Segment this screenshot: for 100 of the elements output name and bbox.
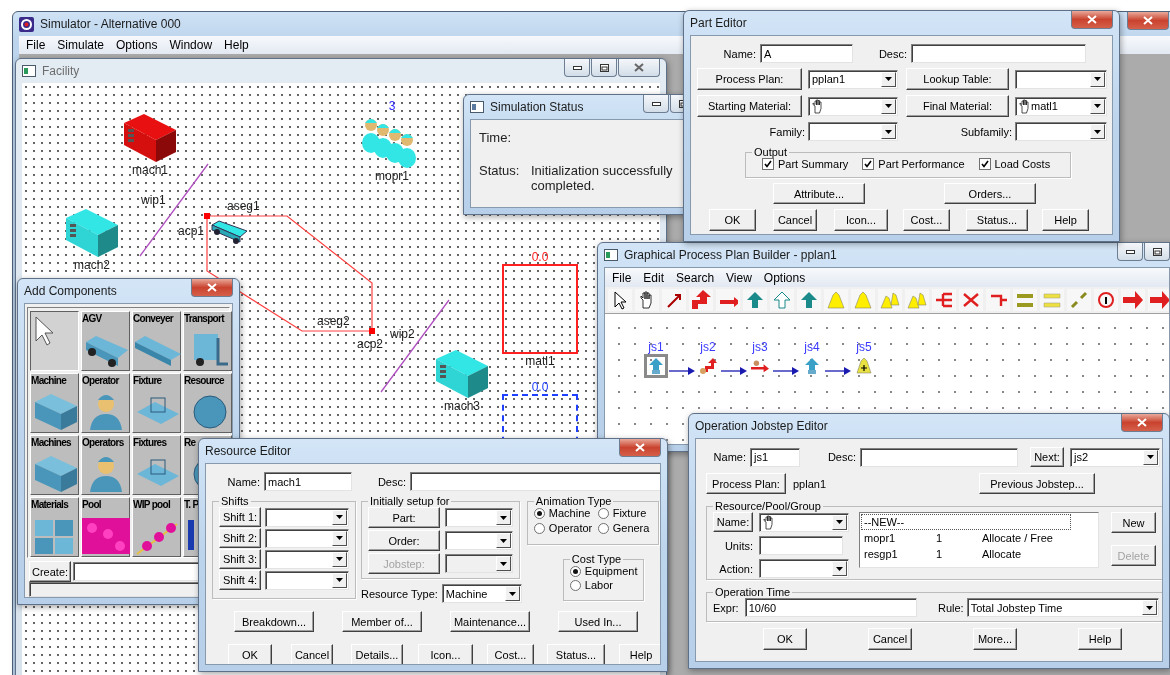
dialog-button[interactable]: Status...: [547, 644, 605, 664]
checkbox-label: Part Summary: [778, 158, 849, 170]
dialog-button[interactable]: Cancel: [773, 209, 817, 231]
material-label: matl1: [525, 354, 555, 368]
window-title: Add Components: [24, 284, 117, 298]
menu-item[interactable]: Options: [758, 270, 811, 285]
component-tile[interactable]: Conveyer: [132, 311, 181, 371]
machine-label: mach3: [444, 399, 480, 413]
lookup-table-button[interactable]: Lookup Table:: [906, 68, 1009, 90]
segment-label: aseg1: [227, 199, 260, 213]
component-tile[interactable]: Resource: [183, 373, 232, 433]
component-tile[interactable]: Fixtures: [132, 435, 181, 495]
dialog-button[interactable]: OK: [763, 628, 807, 650]
component-tile[interactable]: Operator: [81, 373, 130, 433]
component-tile[interactable]: Operators: [81, 435, 130, 495]
shift-button[interactable]: Shift 1:: [219, 507, 261, 527]
component-tile[interactable]: Transport: [183, 311, 232, 371]
field-label: Action:: [718, 562, 753, 575]
wip-label: wip2: [390, 327, 415, 341]
component-tile[interactable]: Pool: [81, 497, 130, 557]
starting-material-button[interactable]: Starting Material:: [697, 95, 802, 117]
window-title: Simulator - Alternative 000: [40, 17, 181, 31]
dropdown-field[interactable]: pplan1: [808, 69, 898, 89]
field-label: Name:: [712, 451, 747, 463]
dialog-button[interactable]: Cost...: [903, 209, 950, 231]
window-title: Part Editor: [690, 16, 747, 30]
component-tile[interactable]: Machine: [30, 373, 79, 433]
dropdown-field[interactable]: js2: [1070, 447, 1160, 467]
field-label: Time:: [479, 130, 513, 145]
setup-button[interactable]: Part:: [368, 507, 440, 528]
dialog-button[interactable]: OK: [709, 209, 756, 231]
previous-jobstep-button[interactable]: Previous Jobstep...: [979, 473, 1096, 494]
jobstep-label: js4: [804, 340, 820, 354]
dialog-button[interactable]: Help: [1042, 209, 1089, 231]
material-reading: 0.0: [531, 250, 549, 264]
menu-item[interactable]: Help: [219, 38, 254, 52]
operator-count: 3: [388, 99, 396, 113]
shift-button[interactable]: Shift 3:: [219, 549, 261, 569]
dialog-button[interactable]: Maintenance...: [450, 611, 530, 632]
shift-button[interactable]: Shift 2:: [219, 528, 261, 548]
text-field[interactable]: js1: [750, 447, 800, 467]
list-item[interactable]: resgp1 1 Allocate: [861, 546, 1071, 562]
dropdown-field[interactable]: Total Jobstep Time: [966, 598, 1159, 617]
menu-item[interactable]: Options: [111, 38, 163, 52]
radio-label: Genera: [612, 522, 650, 534]
name-button[interactable]: Name:: [713, 512, 753, 532]
component-tile[interactable]: Machines: [30, 435, 79, 495]
setup-button[interactable]: Order:: [368, 530, 440, 551]
field-label: Rule:: [937, 601, 965, 614]
dialog-button[interactable]: More...: [973, 628, 1017, 650]
dialog-button[interactable]: Cost...: [487, 644, 534, 664]
new-button[interactable]: New: [1111, 512, 1156, 533]
machine-label: mach2: [74, 258, 110, 272]
jobstep-label: js5: [856, 340, 872, 354]
menu-item[interactable]: Window: [164, 38, 218, 52]
dialog-button[interactable]: Status...: [966, 209, 1028, 231]
dialog-button[interactable]: Details...: [351, 644, 403, 664]
dialog-button[interactable]: OK: [228, 644, 272, 664]
final-material-button[interactable]: Final Material:: [906, 95, 1009, 117]
dialog-button[interactable]: Used In...: [558, 611, 638, 632]
dialog-button[interactable]: Orders...: [944, 183, 1036, 204]
dialog-button[interactable]: Icon...: [418, 644, 473, 664]
window-title: Facility: [42, 64, 80, 78]
text-field[interactable]: mach1: [264, 472, 352, 491]
component-tile[interactable]: AGV: [81, 311, 130, 371]
dialog-button[interactable]: Attribute...: [773, 183, 865, 204]
process-plan-button[interactable]: Process Plan:: [697, 68, 802, 90]
control-point-label: acp1: [178, 224, 205, 238]
process-plan-button[interactable]: Process Plan:: [706, 473, 786, 494]
dropdown-field[interactable]: matl1: [1015, 96, 1107, 116]
dialog-button[interactable]: Help: [1078, 628, 1122, 650]
jobstep-label: js2: [700, 340, 716, 354]
menu-item[interactable]: Edit: [638, 270, 670, 285]
dialog-button[interactable]: Breakdown...: [234, 611, 314, 632]
menu-item[interactable]: Search: [671, 270, 720, 285]
dialog-button[interactable]: Help: [619, 644, 660, 664]
component-tile[interactable]: WIP pool: [132, 497, 181, 557]
dropdown-field[interactable]: Machine: [441, 584, 522, 603]
machine-label: mach1: [132, 163, 168, 177]
jobstep-label: js1: [648, 340, 664, 354]
wip-label: wip1: [141, 193, 166, 207]
menu-item[interactable]: File: [21, 38, 51, 52]
shift-button[interactable]: Shift 4:: [219, 570, 261, 590]
dialog-button[interactable]: Cancel: [291, 644, 333, 664]
component-tile[interactable]: Fixture: [132, 373, 181, 433]
menu-item[interactable]: File: [607, 270, 637, 285]
text-field[interactable]: A: [760, 44, 853, 63]
dialog-button[interactable]: Icon...: [834, 209, 888, 231]
menu-item[interactable]: View: [721, 270, 757, 285]
create-button[interactable]: Create:: [29, 561, 71, 582]
menu-item[interactable]: Simulate: [52, 38, 110, 52]
component-tile[interactable]: Materials: [30, 497, 79, 557]
next-button[interactable]: Next:: [1030, 447, 1064, 467]
radio-label: Fixture: [612, 507, 647, 519]
list-item[interactable]: --NEW--: [861, 514, 1071, 530]
list-item[interactable]: mopr1 1 Allocate / Free: [861, 530, 1071, 546]
dialog-button[interactable]: Member of...: [342, 611, 422, 632]
dialog-button[interactable]: Cancel: [868, 628, 912, 650]
text-field[interactable]: 10/60: [744, 598, 917, 617]
segment-label: aseg2: [317, 314, 350, 328]
